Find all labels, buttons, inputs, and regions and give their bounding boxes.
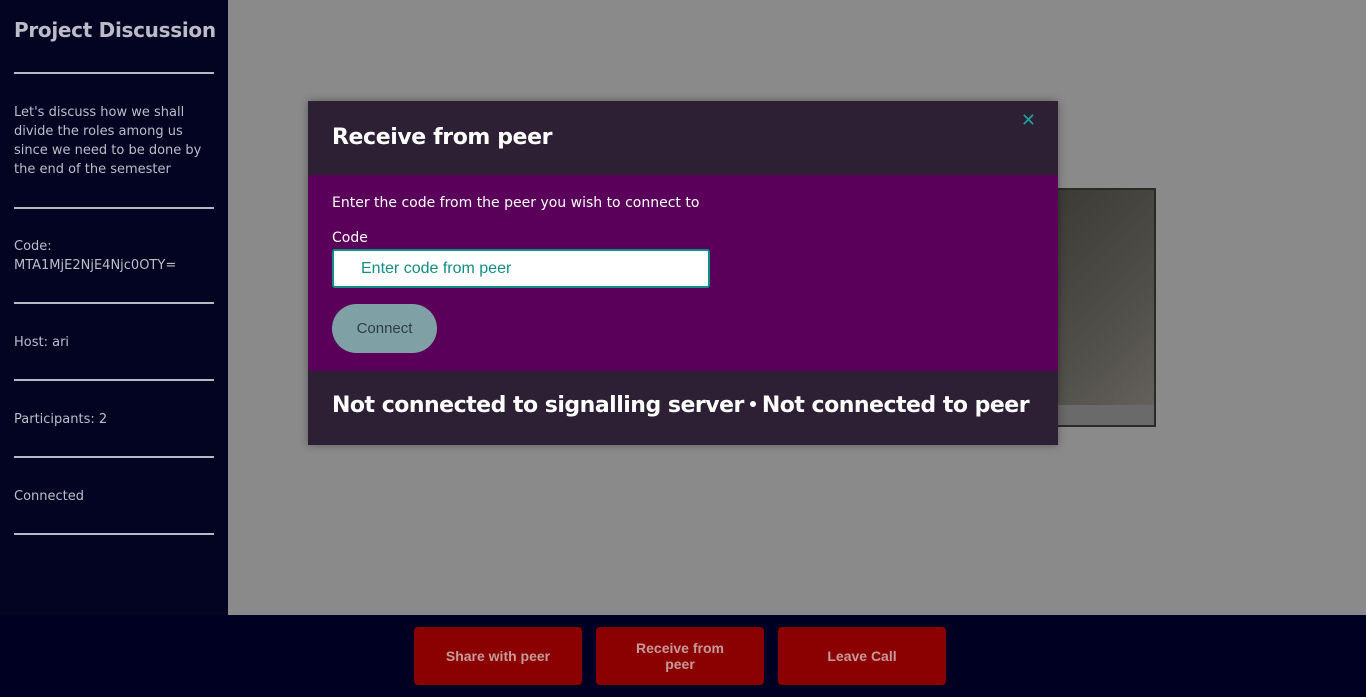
divider [14, 302, 214, 304]
dialog-footer: Not connected to signalling server Not co… [308, 371, 1058, 445]
sidebar-title: Project Discussion [14, 18, 216, 42]
connection-status: Connected [14, 489, 85, 504]
close-icon[interactable]: ✕ [1021, 110, 1036, 131]
divider [14, 533, 214, 535]
room-code-value: MTA1MjE2NjE4Njc0OTY= [14, 258, 177, 273]
dialog-body: Enter the code from the peer you wish to… [308, 175, 1058, 371]
code-field-label: Code [332, 230, 368, 246]
video-preview [1050, 188, 1156, 427]
dialog-title: Receive from peer [332, 125, 553, 150]
room-code: Code: MTA1MjE2NjE4Njc0OTY= [14, 237, 214, 275]
divider [14, 456, 214, 458]
video-caption-bar [1052, 405, 1154, 425]
leave-call-button[interactable]: Leave Call [778, 627, 946, 685]
receive-from-peer-dialog: Receive from peer ✕ Enter the code from … [308, 101, 1058, 445]
divider [14, 379, 214, 381]
room-code-label: Code: [14, 239, 52, 254]
connection-status-line: Not connected to signalling server Not co… [332, 393, 1030, 418]
divider [14, 72, 214, 74]
code-input[interactable] [332, 249, 710, 288]
divider [14, 207, 214, 209]
call-controls-bar: Share with peer Receive from peer Leave … [0, 615, 1366, 697]
signalling-status: Not connected to signalling server [332, 393, 744, 418]
participants-count: Participants: 2 [14, 412, 108, 427]
dialog-instruction: Enter the code from the peer you wish to… [332, 195, 700, 211]
connect-button[interactable]: Connect [332, 304, 437, 353]
room-description: Let's discuss how we shall divide the ro… [14, 105, 202, 177]
separator-dot [749, 401, 756, 407]
peer-status: Not connected to peer [761, 393, 1030, 418]
sidebar: Project Discussion Let's discuss how we … [0, 0, 228, 615]
host-info: Host: ari [14, 335, 70, 350]
dialog-header: Receive from peer ✕ [308, 101, 1058, 175]
receive-from-peer-button[interactable]: Receive from peer [596, 627, 764, 685]
share-with-peer-button[interactable]: Share with peer [414, 627, 582, 685]
